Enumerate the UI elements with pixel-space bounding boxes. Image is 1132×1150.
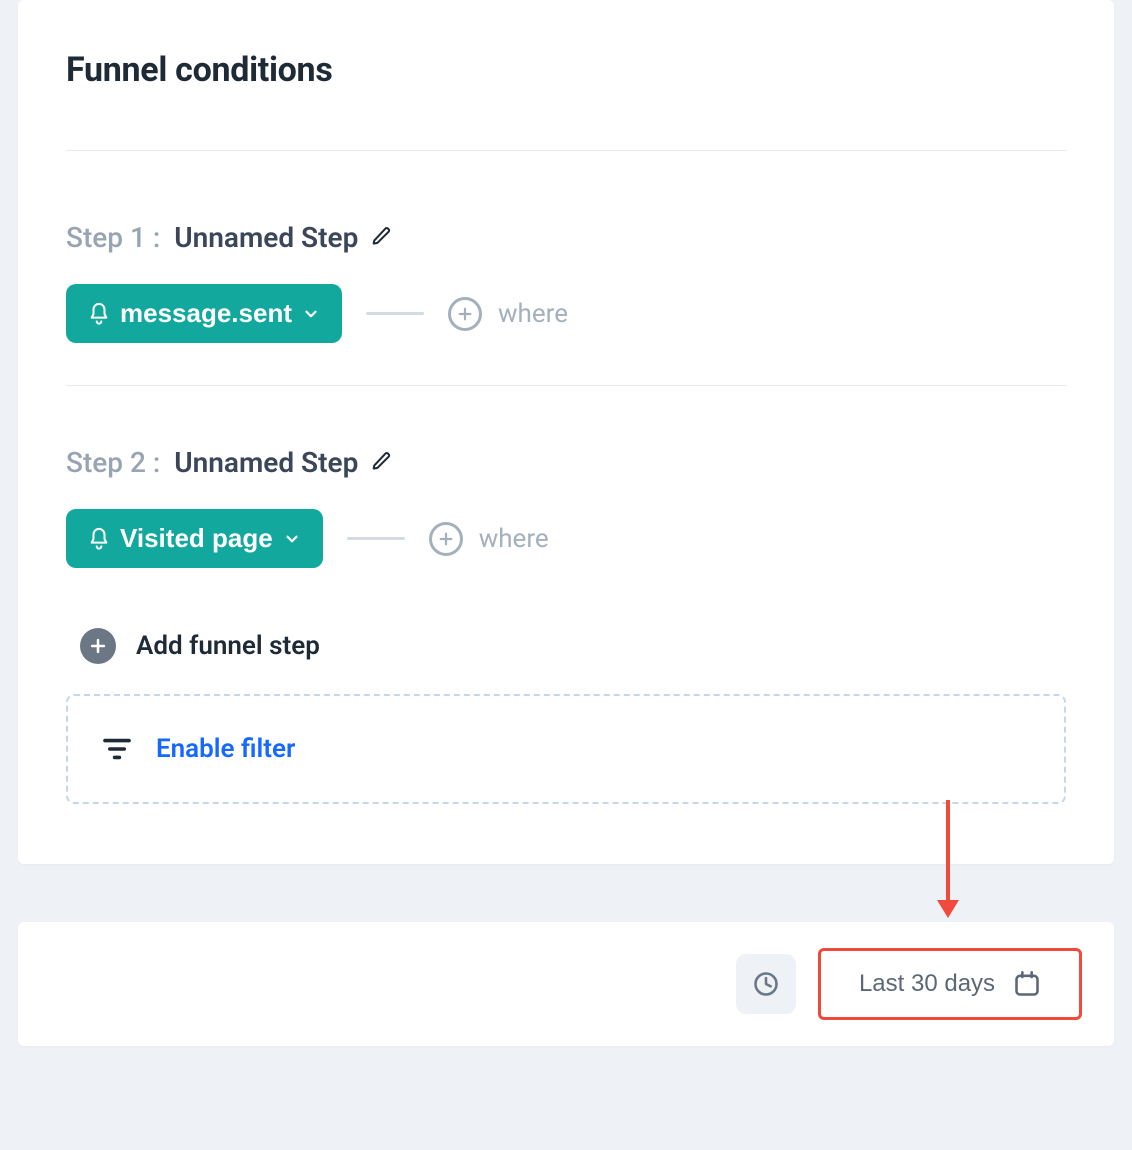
add-condition-button[interactable] xyxy=(448,297,482,331)
pencil-icon xyxy=(372,226,392,246)
clock-icon xyxy=(752,970,780,998)
connector-line xyxy=(347,537,405,540)
time-mode-button[interactable] xyxy=(736,954,796,1014)
chevron-down-icon xyxy=(302,305,320,323)
arrow-head-icon xyxy=(937,900,959,918)
step-index-label: Step 2 : xyxy=(66,446,160,479)
add-step-label: Add funnel step xyxy=(136,631,320,661)
add-funnel-step[interactable]: Add funnel step xyxy=(80,628,1066,664)
calendar-icon xyxy=(1013,970,1041,998)
plus-icon xyxy=(437,530,455,548)
step-separator xyxy=(66,385,1066,386)
step-header: Step 1 : Unnamed Step xyxy=(66,221,1066,254)
connector-line xyxy=(366,312,424,315)
plus-icon xyxy=(88,636,108,656)
funnel-step-1: Step 1 : Unnamed Step message.sent w xyxy=(66,221,1066,343)
event-name: Visited page xyxy=(120,523,273,554)
pencil-icon xyxy=(372,451,392,471)
step-header: Step 2 : Unnamed Step xyxy=(66,446,1066,479)
funnel-step-2: Step 2 : Unnamed Step Visited page w xyxy=(66,446,1066,568)
enable-filter-link[interactable]: Enable filter xyxy=(156,734,295,764)
chevron-down-icon xyxy=(283,530,301,548)
event-dropdown[interactable]: Visited page xyxy=(66,509,323,568)
add-condition-button[interactable] xyxy=(429,522,463,556)
bell-icon xyxy=(88,526,110,552)
page-title: Funnel conditions xyxy=(66,50,1066,151)
step-name-label: Unnamed Step xyxy=(174,221,358,254)
annotation-arrow xyxy=(946,800,950,918)
step-row: Visited page where xyxy=(66,509,1066,568)
bottom-toolbar: Last 30 days xyxy=(18,922,1114,1046)
filter-icon xyxy=(102,737,132,761)
edit-step-button[interactable] xyxy=(372,226,392,250)
event-dropdown[interactable]: message.sent xyxy=(66,284,342,343)
event-name: message.sent xyxy=(120,298,292,329)
date-range-button[interactable]: Last 30 days xyxy=(818,948,1082,1020)
funnel-conditions-card: Funnel conditions Step 1 : Unnamed Step … xyxy=(18,0,1114,864)
arrow-line xyxy=(946,800,950,900)
date-range-label: Last 30 days xyxy=(859,970,995,998)
where-label: where xyxy=(479,524,549,554)
plus-icon xyxy=(456,305,474,323)
enable-filter-box[interactable]: Enable filter xyxy=(66,694,1066,804)
step-name-label: Unnamed Step xyxy=(174,446,358,479)
bell-icon xyxy=(88,301,110,327)
add-step-button[interactable] xyxy=(80,628,116,664)
where-label: where xyxy=(498,299,568,329)
where-group: where xyxy=(448,297,568,331)
where-group: where xyxy=(429,522,549,556)
step-row: message.sent where xyxy=(66,284,1066,343)
edit-step-button[interactable] xyxy=(372,451,392,475)
step-index-label: Step 1 : xyxy=(66,221,160,254)
